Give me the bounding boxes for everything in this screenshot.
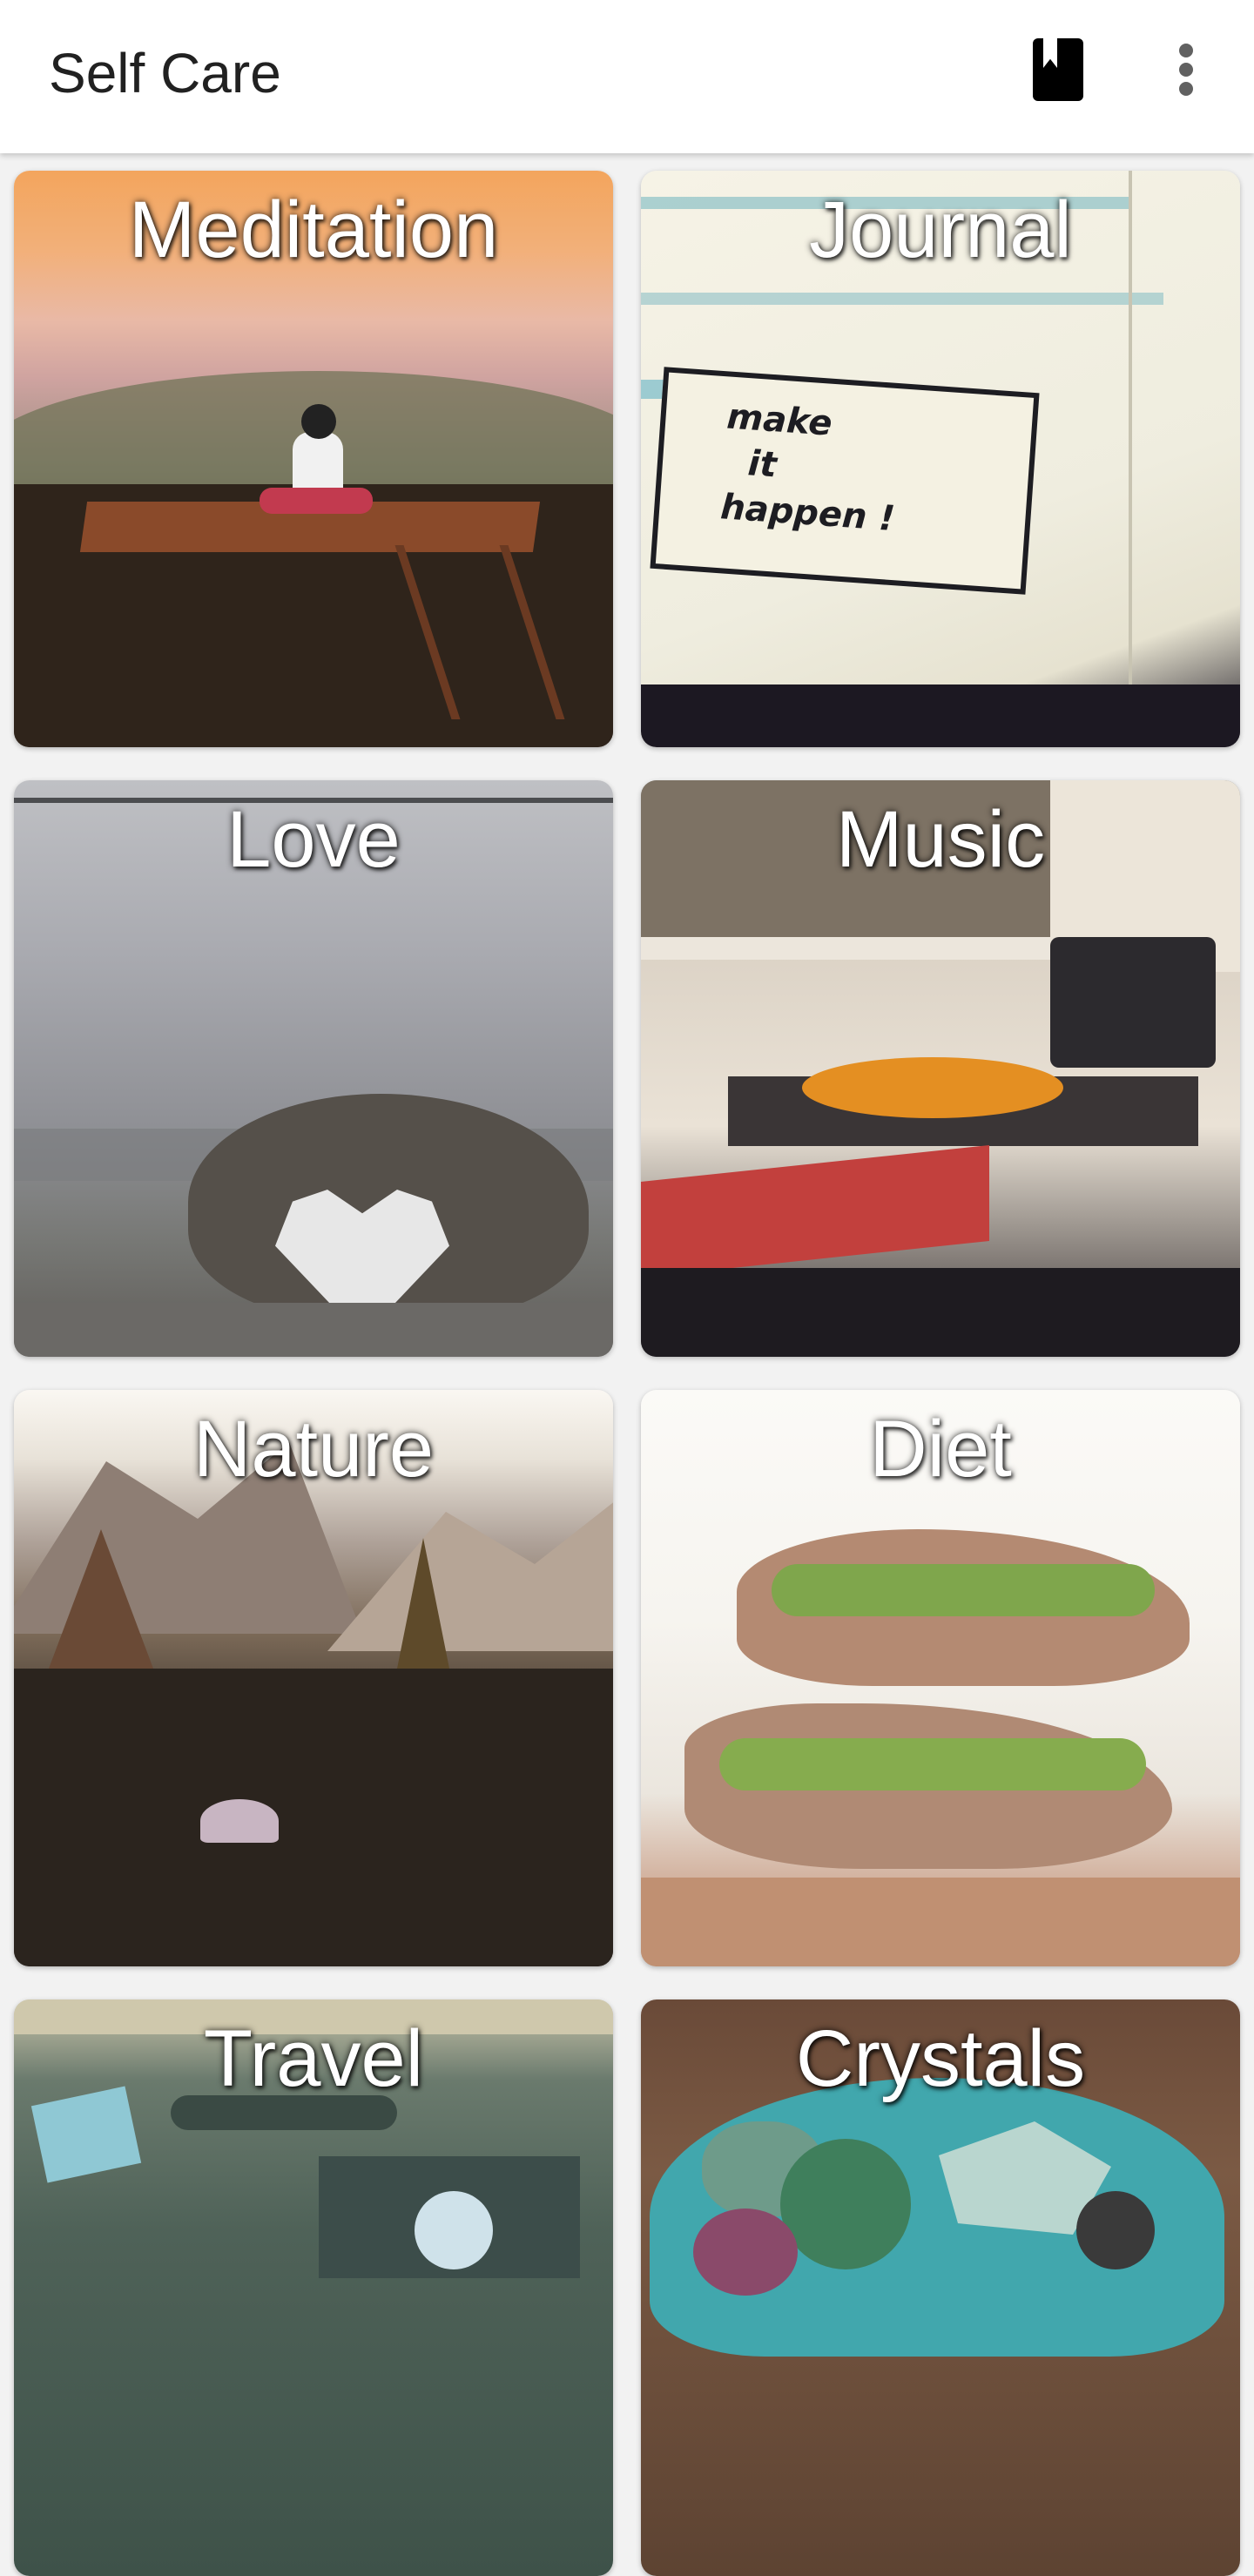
category-label: Meditation <box>128 185 499 274</box>
overflow-dot <box>1179 44 1193 57</box>
rocky-ground <box>14 1669 613 1966</box>
avocado-top <box>772 1564 1155 1616</box>
category-label: Love <box>226 795 401 884</box>
record-sleeve <box>641 1144 989 1278</box>
category-label: Journal <box>809 185 1072 274</box>
person-legs <box>260 488 373 514</box>
category-tile-love[interactable]: Love <box>14 780 613 1357</box>
overflow-dot <box>1179 63 1193 77</box>
note-text: make it happen ! <box>718 396 897 540</box>
bookmark-icon[interactable] <box>1033 38 1083 101</box>
purple-stone <box>693 2208 798 2296</box>
category-label: Music <box>835 795 1046 884</box>
desk-shadow <box>641 1268 1240 1357</box>
cutting-board <box>641 1878 1240 1966</box>
category-tile-music[interactable]: Music <box>641 780 1240 1357</box>
jade-stone <box>780 2139 911 2269</box>
category-tile-meditation[interactable]: Meditation <box>14 171 613 747</box>
category-tile-diet[interactable]: Diet <box>641 1390 1240 1966</box>
overflow-dot <box>1179 82 1193 96</box>
category-label: Travel <box>203 2014 424 2103</box>
category-label: Diet <box>869 1405 1012 1494</box>
person-body <box>293 432 343 493</box>
tent-shape <box>200 1799 279 1843</box>
more-vert-icon[interactable] <box>1167 38 1205 101</box>
category-grid: Meditation make it happen ! Journal Love … <box>0 153 1254 2576</box>
ink-line <box>641 293 1163 305</box>
round-sticker <box>415 2191 493 2269</box>
app-bar: Self Care <box>0 0 1254 153</box>
bookmark-ribbon <box>1043 38 1057 68</box>
pebbles-shape <box>14 1303 613 1357</box>
category-tile-nature[interactable]: Nature <box>14 1390 613 1966</box>
sticky-note: make it happen ! <box>650 367 1040 595</box>
category-tile-crystals[interactable]: Crystals <box>641 1999 1240 2576</box>
app-title: Self Care <box>49 42 281 105</box>
book-edge <box>641 684 1240 747</box>
speaker-shape <box>1050 937 1216 1068</box>
category-label: Crystals <box>795 2014 1086 2103</box>
avocado-bottom <box>719 1738 1146 1790</box>
category-tile-travel[interactable]: Travel <box>14 1999 613 2576</box>
category-label: Nature <box>192 1405 435 1494</box>
dark-stone <box>1076 2191 1155 2269</box>
person-head <box>301 404 336 439</box>
orange-record <box>802 1057 1063 1118</box>
category-tile-journal[interactable]: make it happen ! Journal <box>641 171 1240 747</box>
mountain-shape <box>327 1494 613 1651</box>
